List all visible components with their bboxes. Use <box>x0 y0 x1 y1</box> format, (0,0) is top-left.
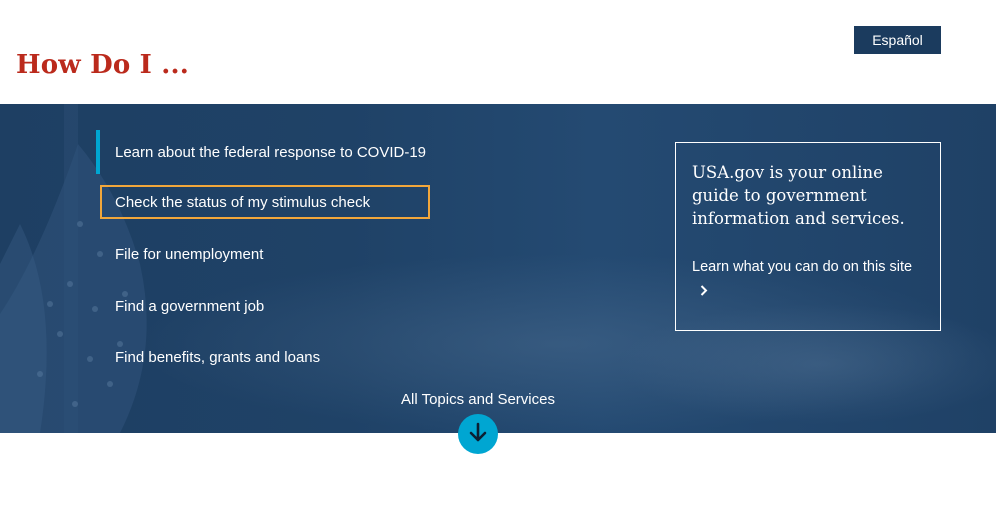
nav-item-unemployment[interactable]: File for unemployment <box>100 237 430 271</box>
hero-banner: Learn about the federal response to COVI… <box>0 104 996 433</box>
scroll-down-button[interactable] <box>458 414 498 454</box>
chevron-right-icon <box>700 280 708 305</box>
site-header: How Do I ... Español <box>0 0 996 104</box>
nav-item-covid-19[interactable]: Learn about the federal response to COVI… <box>96 130 430 174</box>
learn-more-link-label: Learn what you can do on this site <box>692 259 913 275</box>
espanol-button[interactable]: Español <box>854 26 941 54</box>
nav-item-stimulus-check[interactable]: Check the status of my stimulus check <box>100 185 430 219</box>
info-box-text: USA.gov is your online guide to governme… <box>692 163 905 228</box>
nav-item-benefits-grants-loans[interactable]: Find benefits, grants and loans <box>100 340 430 374</box>
arrow-down-icon <box>468 422 488 447</box>
nav-item-government-job[interactable]: Find a government job <box>100 289 430 323</box>
usagov-info-box: USA.gov is your online guide to governme… <box>675 142 941 331</box>
all-topics-link[interactable]: All Topics and Services <box>0 391 956 408</box>
page-title: How Do I ... <box>16 50 190 80</box>
learn-more-link[interactable]: Learn what you can do on this site <box>692 255 924 305</box>
